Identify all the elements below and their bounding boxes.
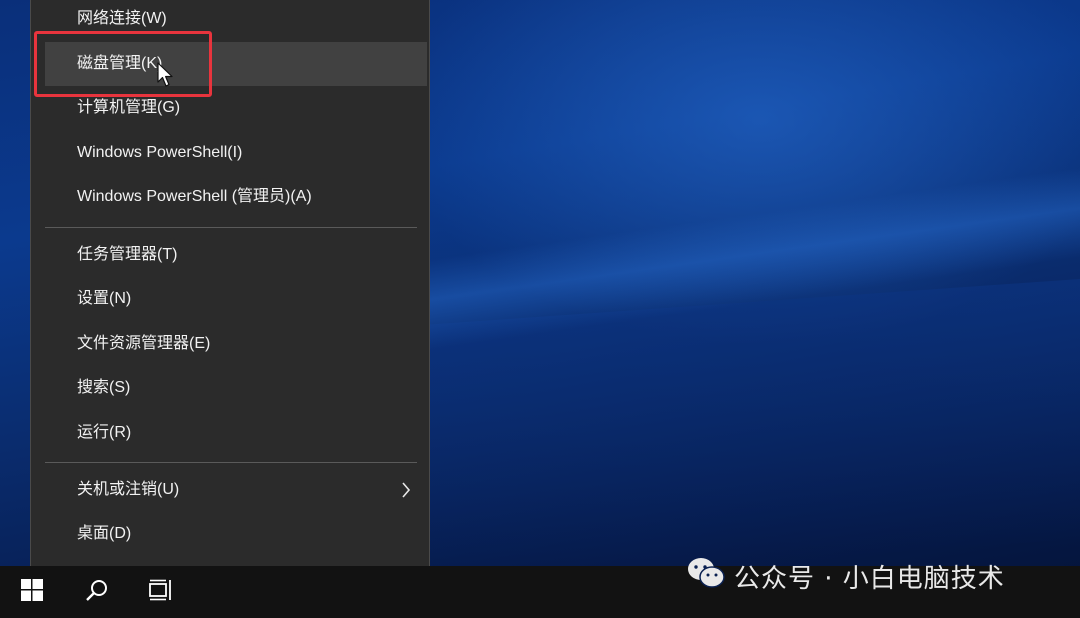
- menu-item-label: 关机或注销(U): [77, 481, 180, 498]
- chevron-right-icon: [399, 468, 413, 512]
- menu-item-label: 桌面(D): [77, 525, 132, 542]
- wechat-icon: [686, 556, 726, 597]
- menu-item-label: 设置(N): [77, 290, 132, 307]
- search-icon: [85, 578, 109, 607]
- start-button[interactable]: [8, 566, 56, 618]
- menu-item-task-manager[interactable]: 任务管理器(T): [45, 233, 427, 277]
- menu-item-label: 运行(R): [77, 424, 132, 441]
- windows-logo-icon: [21, 578, 43, 606]
- menu-item-search[interactable]: 搜索(S): [45, 366, 427, 410]
- menu-item-label: 文件资源管理器(E): [77, 335, 211, 352]
- menu-separator: [45, 227, 417, 228]
- annotation-highlight-box: [34, 31, 212, 97]
- menu-item-label: 任务管理器(T): [77, 246, 178, 263]
- menu-item-label: 网络连接(W): [77, 10, 167, 27]
- search-button[interactable]: [73, 566, 121, 618]
- menu-item-label: 搜索(S): [77, 379, 131, 396]
- task-view-button[interactable]: [137, 566, 185, 618]
- menu-item-settings[interactable]: 设置(N): [45, 277, 427, 321]
- watermark: 公众号 · 小白电脑技术: [686, 556, 1005, 596]
- task-view-icon: [148, 579, 174, 606]
- menu-item-label: 计算机管理(G): [77, 99, 181, 116]
- menu-item-powershell-admin[interactable]: Windows PowerShell (管理员)(A): [45, 175, 427, 219]
- menu-item-label: Windows PowerShell(I): [77, 144, 243, 161]
- menu-item-desktop[interactable]: 桌面(D): [45, 512, 427, 556]
- menu-item-file-explorer[interactable]: 文件资源管理器(E): [45, 322, 427, 366]
- menu-item-run[interactable]: 运行(R): [45, 411, 427, 455]
- menu-item-label: Windows PowerShell (管理员)(A): [77, 188, 312, 205]
- menu-item-powershell[interactable]: Windows PowerShell(I): [45, 131, 427, 175]
- watermark-text: 公众号 · 小白电脑技术: [734, 563, 1005, 594]
- menu-separator: [45, 462, 417, 463]
- mouse-pointer-icon: [157, 62, 175, 88]
- menu-item-shutdown-signout[interactable]: 关机或注销(U): [45, 468, 427, 512]
